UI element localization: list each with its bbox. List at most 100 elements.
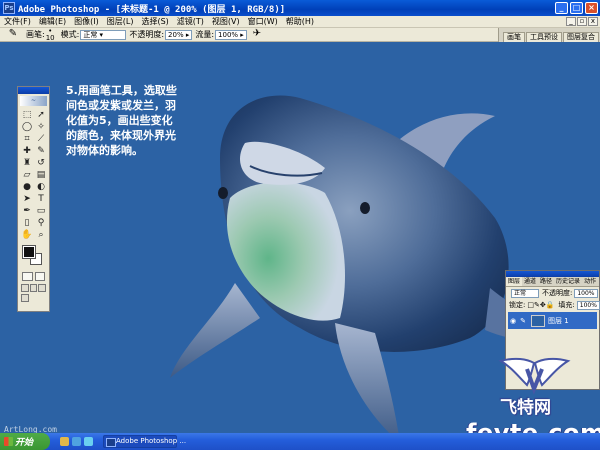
shape-tool-icon[interactable]: ▭ xyxy=(34,205,48,217)
flow-value: 100% xyxy=(218,30,239,39)
brush-tool-icon[interactable]: ✎ xyxy=(34,145,48,157)
airbrush-icon[interactable]: ✈ xyxy=(250,29,264,40)
lasso-tool-icon[interactable]: ◯ xyxy=(20,121,34,133)
foreground-color-swatch[interactable] xyxy=(22,245,36,259)
opacity-value: 20% xyxy=(168,30,184,39)
eyedropper-tool-icon[interactable]: ⚲ xyxy=(34,217,48,229)
close-button[interactable]: × xyxy=(585,2,598,14)
taskbar-photoshop-button[interactable]: Adobe Photoshop ... xyxy=(103,435,186,448)
fevte-wings-logo xyxy=(498,357,571,395)
clone-stamp-tool-icon[interactable]: ♜ xyxy=(20,157,34,169)
full-screen-menu-button[interactable] xyxy=(29,284,38,292)
layer-opacity-label: 不透明度: xyxy=(542,289,573,297)
pen-tool-icon[interactable]: ✒ xyxy=(20,205,34,217)
menu-window[interactable]: 窗口(W) xyxy=(248,16,278,27)
eraser-tool-icon[interactable]: ▱ xyxy=(20,169,34,181)
quick-launch-folder-icon[interactable] xyxy=(60,437,69,446)
quick-launch-browser-icon[interactable] xyxy=(72,437,81,446)
taskbar: 开始 Adobe Photoshop ... xyxy=(0,433,600,450)
taskbar-photoshop-label: Adobe Photoshop ... xyxy=(116,437,187,445)
jump-to-imageready-button[interactable] xyxy=(21,294,29,302)
tools-palette-titlebar[interactable] xyxy=(18,87,49,94)
doc-close-button[interactable]: x xyxy=(588,17,598,26)
blend-mode-select[interactable]: 正常 xyxy=(511,288,539,298)
opacity-label: 不透明度: xyxy=(129,30,165,39)
type-tool-icon[interactable]: T xyxy=(34,193,48,205)
menu-filter[interactable]: 滤镜(T) xyxy=(177,16,204,27)
doc-minimize-button[interactable]: _ xyxy=(566,17,576,26)
menu-file[interactable]: 文件(F) xyxy=(4,16,31,27)
doc-restore-button[interactable]: ▫ xyxy=(577,17,587,26)
blend-row: 正常 不透明度: 100% xyxy=(506,287,599,299)
zoom-tool-icon[interactable]: ⌕ xyxy=(34,229,48,241)
menu-view[interactable]: 视图(V) xyxy=(212,16,240,27)
windows-logo-icon xyxy=(4,437,13,446)
quick-launch xyxy=(60,437,93,446)
mode-select[interactable]: 正常 ▾ xyxy=(80,29,127,40)
layer-thumbnail xyxy=(531,314,545,327)
well-tab-brushes[interactable]: 画笔 xyxy=(503,32,525,42)
maximize-button[interactable]: □ xyxy=(570,2,583,14)
dodge-tool-icon[interactable]: ◐ xyxy=(34,181,48,193)
minimize-button[interactable]: _ xyxy=(555,2,568,14)
flow-input[interactable]: 100% ▸ xyxy=(215,29,247,40)
layer-opacity-input[interactable]: 100% xyxy=(574,288,598,298)
menu-bar: 文件(F) 编辑(E) 图像(I) 图层(L) 选择(S) 滤镜(T) 视图(V… xyxy=(0,16,600,28)
marquee-tool-icon[interactable]: ⬚ xyxy=(20,109,34,121)
blur-tool-icon[interactable]: ● xyxy=(20,181,34,193)
magic-wand-tool-icon[interactable]: ✧ xyxy=(34,121,48,133)
lock-icons[interactable]: □✎✥🔒 xyxy=(527,301,554,309)
instruction-line: 化值为5，画出些变化 xyxy=(66,114,173,127)
hand-tool-icon[interactable]: ✋ xyxy=(20,229,34,241)
fill-value: 100% xyxy=(579,301,597,309)
start-label: 开始 xyxy=(15,438,34,448)
menu-select[interactable]: 选择(S) xyxy=(141,16,168,27)
menu-layer[interactable]: 图层(L) xyxy=(107,16,134,27)
mask-mode-buttons xyxy=(18,270,49,283)
move-tool-icon[interactable]: ➚ xyxy=(34,109,48,121)
tab-channels[interactable]: 通道 xyxy=(522,277,538,286)
menu-edit[interactable]: 编辑(E) xyxy=(39,16,66,27)
tab-history[interactable]: 历史记录 xyxy=(554,277,582,286)
well-tab-tool-presets[interactable]: 工具预设 xyxy=(526,32,562,42)
tab-layers[interactable]: 图层 xyxy=(506,277,523,286)
fill-input[interactable]: 100% xyxy=(576,300,600,310)
color-swatches xyxy=(18,244,49,270)
start-button[interactable]: 开始 xyxy=(0,433,50,450)
notes-tool-icon[interactable]: ▯ xyxy=(20,217,34,229)
standard-mode-button[interactable] xyxy=(22,272,33,281)
watermark-chinese: 飞特网 xyxy=(500,398,551,418)
menu-help[interactable]: 帮助(H) xyxy=(286,16,314,27)
brush-link-icon: ✎ xyxy=(520,316,526,325)
slice-tool-icon[interactable]: ⟋ xyxy=(34,133,48,145)
well-tab-layer-comps[interactable]: 图层复合 xyxy=(563,32,599,42)
gradient-tool-icon[interactable]: ▤ xyxy=(34,169,48,181)
brush-tool-preset-icon[interactable]: ✎ xyxy=(6,29,20,40)
document-window-controls: _ ▫ x xyxy=(566,17,598,26)
standard-screen-button[interactable] xyxy=(21,284,29,292)
crop-tool-icon[interactable]: ⌗ xyxy=(20,133,34,145)
lock-label: 锁定: xyxy=(509,301,526,309)
blend-mode-value: 正常 xyxy=(514,289,527,297)
path-selection-tool-icon[interactable]: ➤ xyxy=(20,193,34,205)
full-screen-button[interactable] xyxy=(38,284,47,292)
menu-image[interactable]: 图像(I) xyxy=(74,16,99,27)
photoshop-app-icon[interactable]: Ps xyxy=(3,2,15,14)
quick-launch-desktop-icon[interactable] xyxy=(84,437,93,446)
layer-opacity-value: 100% xyxy=(577,289,595,297)
adobe-online-icon[interactable]: ~ xyxy=(20,96,47,106)
flow-label: 流量: xyxy=(195,30,215,39)
history-brush-tool-icon[interactable]: ↺ xyxy=(34,157,48,169)
visibility-eye-icon[interactable]: ◉ xyxy=(508,317,518,325)
instruction-line: 对物体的影响。 xyxy=(66,144,143,157)
brush-size-picker[interactable]: • 10 xyxy=(46,27,55,42)
tab-actions[interactable]: 动作 xyxy=(582,277,598,286)
layer-row[interactable]: ◉ ✎ 图层 1 xyxy=(508,312,597,329)
tool-grid: ⬚ ➚ ◯ ✧ ⌗ ⟋ ✚ ✎ ♜ ↺ ▱ ▤ ● ◐ ➤ T ✒ ▭ ▯ ⚲ … xyxy=(18,108,49,242)
window-controls: _ □ × xyxy=(555,2,598,14)
quick-mask-mode-button[interactable] xyxy=(34,272,45,281)
opacity-input[interactable]: 20% ▸ xyxy=(165,29,193,40)
healing-brush-tool-icon[interactable]: ✚ xyxy=(20,145,34,157)
instruction-line: 的颜色，来体现外界光 xyxy=(66,129,176,142)
tab-paths[interactable]: 路径 xyxy=(538,277,554,286)
